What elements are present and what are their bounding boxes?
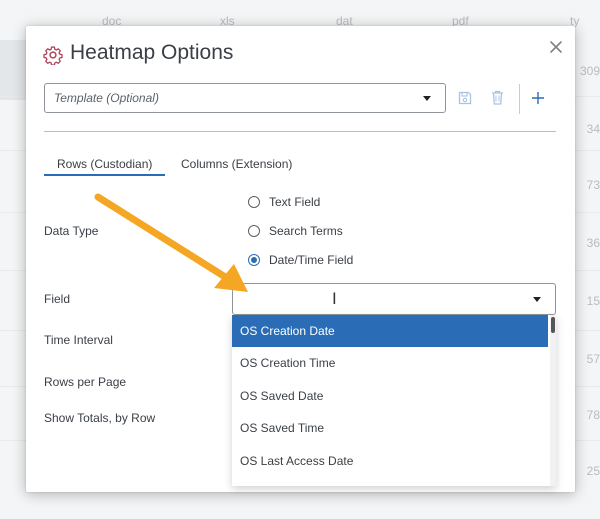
field-select[interactable]: I — [232, 283, 556, 315]
data-type-label: Data Type — [44, 224, 99, 238]
template-placeholder: Template (Optional) — [54, 91, 159, 105]
dialog-title: Heatmap Options — [70, 41, 234, 64]
text-cursor-icon: I — [332, 289, 337, 308]
close-icon[interactable] — [548, 39, 564, 55]
background-cell-value: 34 — [586, 122, 600, 136]
chevron-down-icon — [533, 297, 541, 302]
radio-button[interactable] — [248, 196, 260, 208]
scrollbar-thumb[interactable] — [551, 317, 555, 333]
active-tab-indicator — [44, 174, 165, 176]
tab-columns-extension[interactable]: Columns (Extension) — [181, 157, 292, 171]
radio-button[interactable] — [248, 225, 260, 237]
radio-label: Date/Time Field — [269, 253, 354, 267]
dropdown-option[interactable]: OS Saved Date — [232, 380, 548, 412]
background-cell-value: 15 — [586, 294, 600, 308]
heatmap-options-dialog: Heatmap Options Template (Optional) Rows… — [26, 26, 575, 492]
trash-icon[interactable] — [491, 90, 504, 105]
background-cell-value: 73 — [586, 178, 600, 192]
field-label: Field — [44, 292, 71, 306]
time-interval-label: Time Interval — [44, 333, 113, 347]
add-icon[interactable] — [531, 91, 545, 105]
radio-button[interactable] — [248, 254, 260, 266]
rows-per-page-label: Rows per Page — [44, 375, 127, 389]
dropdown-option[interactable]: OS Creation Time — [232, 347, 548, 379]
gear-icon — [43, 46, 63, 65]
background-cell-value: 25 — [586, 464, 600, 478]
background-cell-value: 78 — [586, 408, 600, 422]
radio-label: Text Field — [269, 195, 321, 209]
tab-rows-custodian[interactable]: Rows (Custodian) — [57, 157, 152, 171]
dropdown-scrollbar[interactable] — [550, 315, 556, 486]
show-totals-label: Show Totals, by Row — [44, 411, 156, 425]
save-icon[interactable] — [458, 91, 472, 105]
radio-label: Search Terms — [269, 224, 343, 238]
dropdown-option[interactable]: OS Creation Date — [232, 315, 548, 347]
background-row-highlight — [0, 40, 26, 100]
dropdown-option[interactable]: OS Last Access Date — [232, 445, 548, 477]
field-dropdown-list: OS Creation Date OS Creation Time OS Sav… — [232, 315, 556, 486]
dropdown-option[interactable]: OS Saved Time — [232, 412, 548, 444]
background-cell-value: 309 — [579, 64, 600, 78]
chevron-down-icon — [423, 96, 431, 101]
background-cell-value: 57 — [586, 352, 600, 366]
header-divider — [44, 131, 556, 132]
background-cell-value: 36 — [586, 236, 600, 250]
toolbar-divider — [519, 84, 520, 114]
template-select[interactable]: Template (Optional) — [44, 83, 446, 113]
